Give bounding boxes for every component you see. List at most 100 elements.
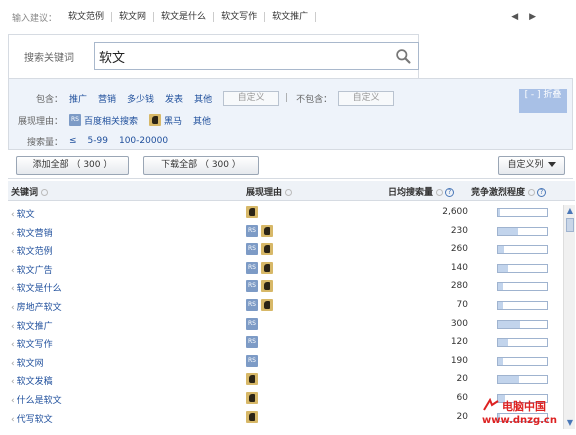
keyword-link[interactable]: 软文 — [11, 207, 35, 220]
dark-horse-icon — [261, 261, 273, 274]
column-header-competition[interactable]: 竞争激烈程度? — [471, 185, 547, 198]
search-input[interactable] — [95, 43, 385, 69]
column-header-keyword[interactable]: 关键词 — [11, 185, 49, 198]
reason-icons: RS — [246, 224, 276, 237]
keyword-link[interactable]: 代写软文 — [11, 412, 53, 425]
daily-volume-value: 120 — [450, 337, 468, 348]
competition-bar-fill — [498, 320, 521, 328]
daily-volume-value: 2,600 — [442, 207, 468, 217]
competition-bar-fill — [498, 264, 508, 272]
volume-option[interactable]: 100-20000 — [119, 136, 168, 146]
suggestion-item[interactable]: 软文是什么 — [154, 12, 215, 22]
table-row: 软文 2,600 — [8, 204, 563, 223]
exclude-custom-button[interactable]: 自定义 — [338, 90, 395, 106]
rs-icon: RS — [246, 243, 258, 256]
collapse-button[interactable]: [ - ] 折叠 — [519, 89, 567, 113]
suggestion-bar: 输入建议： 软文范例 软文网 软文是什么 软文写作 软文推广 ◀ ▶ — [0, 0, 576, 34]
search-box[interactable] — [94, 42, 419, 70]
table-row: 软文是什么 RS 280 — [8, 278, 563, 297]
daily-volume-value: 60 — [456, 392, 468, 403]
chevron-down-icon — [547, 162, 556, 167]
sort-icon[interactable] — [41, 189, 49, 196]
sort-icon[interactable] — [436, 189, 444, 196]
rs-icon: RS — [246, 224, 258, 237]
include-option[interactable]: 发表 — [165, 92, 183, 105]
dark-horse-icon — [261, 298, 273, 311]
keyword-link[interactable]: 软文发稿 — [11, 374, 53, 387]
daily-volume-value: 190 — [450, 355, 468, 366]
reason-icons — [246, 391, 261, 404]
keyword-link[interactable]: 软文广告 — [11, 263, 53, 276]
sort-icon[interactable] — [285, 189, 293, 196]
table-row: 软文范例 RS 260 — [8, 241, 563, 260]
download-all-button[interactable]: 下载全部 （ 300 ） — [143, 156, 259, 175]
help-icon[interactable]: ? — [537, 188, 547, 197]
include-option[interactable]: 多少钱 — [127, 92, 154, 105]
competition-bar-fill — [498, 209, 501, 216]
keyword-link[interactable]: 软文推广 — [11, 319, 53, 332]
competition-bar — [497, 226, 548, 236]
suggestion-nav-arrows[interactable]: ◀ ▶ — [511, 12, 540, 22]
reason-icons: RS — [246, 261, 276, 274]
reason-option-baidu[interactable]: 百度相关搜索 — [84, 114, 138, 127]
competition-bar-fill — [498, 246, 504, 254]
scroll-thumb[interactable] — [566, 218, 574, 232]
suggestion-item[interactable]: 软文网 — [112, 12, 155, 22]
help-icon[interactable]: ? — [445, 188, 455, 197]
scroll-up-icon[interactable]: ▲ — [565, 206, 575, 216]
include-custom-button[interactable]: 自定义 — [223, 90, 280, 106]
reason-option-other[interactable]: 其他 — [193, 114, 211, 127]
keyword-link[interactable]: 软文营销 — [11, 226, 53, 239]
dark-horse-icon — [246, 373, 258, 386]
keyword-link[interactable]: 房地产软文 — [11, 300, 62, 313]
competition-bar-fill — [498, 339, 508, 347]
dark-horse-icon — [149, 114, 162, 126]
competition-bar — [497, 338, 548, 348]
column-header-volume[interactable]: 日均搜索量? — [388, 185, 455, 198]
custom-columns-label: 自定义列 — [507, 160, 544, 170]
sort-icon[interactable] — [528, 189, 536, 196]
reason-icons: RS — [246, 317, 261, 330]
suggestion-item[interactable]: 软文范例 — [61, 12, 113, 22]
daily-volume-value: 300 — [450, 318, 468, 329]
daily-volume-value: 260 — [450, 244, 468, 255]
dark-horse-icon — [261, 280, 273, 293]
reason-icons: RS — [246, 354, 261, 367]
volume-option[interactable]: 5-99 — [88, 136, 108, 146]
include-option[interactable]: 营销 — [98, 92, 116, 105]
reason-icons: RS — [246, 243, 276, 256]
table-row: 软文发稿 20 — [8, 371, 563, 390]
daily-volume-value: 20 — [456, 374, 468, 385]
site-logo-icon — [483, 398, 499, 411]
column-header-label: 关键词 — [11, 188, 39, 198]
include-option[interactable]: 推广 — [69, 92, 87, 105]
include-filter-row: 包含： 推广 营销 多少钱 发表 其他 自定义 | 不包含： 自定义 — [9, 89, 395, 107]
rs-icon: RS — [246, 336, 258, 349]
dark-horse-icon — [246, 410, 258, 423]
search-panel: 搜索关键词 — [8, 34, 419, 78]
keyword-link[interactable]: 什么是软文 — [11, 393, 62, 406]
suggestion-item[interactable]: 软文写作 — [214, 12, 266, 22]
search-icon[interactable] — [395, 48, 412, 65]
rs-icon: RS — [246, 261, 258, 274]
rs-icon: RS — [246, 317, 258, 330]
scrollbar[interactable]: ▲ ▼ — [563, 205, 575, 429]
keyword-link[interactable]: 软文网 — [11, 356, 44, 369]
column-header-reason[interactable]: 展现理由 — [246, 185, 293, 198]
suggestion-item[interactable]: 软文推广 — [265, 12, 317, 22]
daily-volume-value: 70 — [456, 299, 468, 310]
competition-bar-fill — [498, 227, 518, 235]
reason-option-darkhorse[interactable]: 黑马 — [164, 114, 182, 127]
competition-bar-fill — [498, 301, 503, 309]
add-all-button[interactable]: 添加全部 （ 300 ） — [16, 156, 129, 175]
keyword-link[interactable]: 软文写作 — [11, 337, 53, 350]
table-body: 软文 2,600 软文营销 RS 230 软文范例 RS 260 软文广告 RS 140 软文是什么 R… — [8, 204, 563, 427]
custom-columns-button[interactable]: 自定义列 — [498, 156, 565, 175]
volume-option[interactable]: ≤ — [69, 136, 77, 146]
keyword-link[interactable]: 软文范例 — [11, 244, 53, 257]
reason-icons: RS — [246, 298, 276, 311]
keyword-link[interactable]: 软文是什么 — [11, 281, 62, 294]
watermark-title: 电脑中国 — [502, 400, 546, 413]
rs-icon: RS — [246, 354, 258, 367]
include-option[interactable]: 其他 — [194, 92, 212, 105]
